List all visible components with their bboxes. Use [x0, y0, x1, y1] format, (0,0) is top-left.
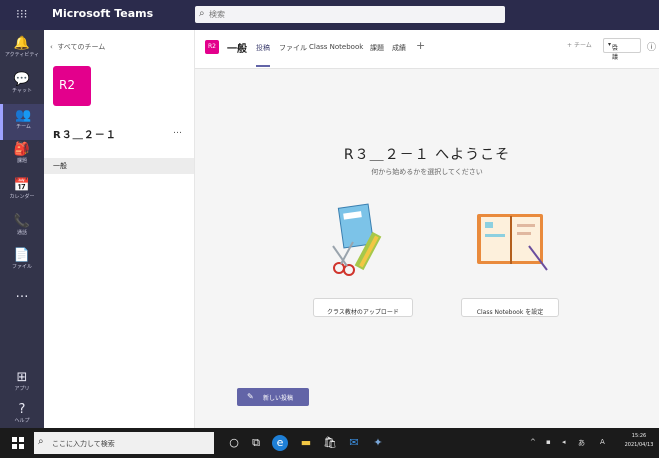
- tab-assignments[interactable]: 課題: [370, 43, 384, 53]
- app-title: Microsoft Teams: [52, 7, 154, 20]
- team-avatar: R2: [53, 66, 91, 106]
- rail-apps[interactable]: ⊞ アプリ: [0, 366, 44, 402]
- search-placeholder: 検索: [209, 10, 225, 19]
- upload-materials-label: クラス教材のアップロード: [327, 309, 399, 316]
- rail-help-label: ヘルプ: [14, 418, 30, 424]
- search-box[interactable]: ⌕ 検索: [195, 6, 505, 23]
- new-post-button[interactable]: ✎ 新しい投稿: [237, 388, 309, 406]
- welcome-title: R３＿２－１ へようこそ: [343, 147, 511, 163]
- rail-apps-label: アプリ: [14, 386, 30, 392]
- volume-icon[interactable]: ◂: [562, 438, 566, 446]
- task-view-icon[interactable]: ⧉: [248, 435, 264, 451]
- meet-button-label: 会議: [612, 45, 619, 61]
- file-explorer-icon[interactable]: ▬: [298, 435, 314, 451]
- chat-icon: 💬: [13, 72, 31, 87]
- new-post-label: 新しい投稿: [263, 395, 294, 402]
- title-bar: ⁝⁝⁝ Microsoft Teams ⌕ 検索: [0, 0, 659, 30]
- rail-activity-label: アクティビティ: [4, 52, 40, 58]
- phone-icon: 📞: [13, 214, 31, 229]
- team-avatar-text: R2: [59, 78, 75, 92]
- back-label: すべてのチーム: [57, 43, 106, 51]
- apps-icon: ⊞: [16, 370, 28, 385]
- calendar-icon: 📅: [13, 178, 31, 193]
- class-notebook-illustration: [477, 214, 548, 271]
- team-panel: ‹ すべてのチーム R2 R３＿２－１ … 一般: [44, 30, 195, 428]
- ime-mode-icon[interactable]: A: [600, 438, 605, 446]
- tab-class-notebook[interactable]: Class Notebook: [309, 43, 363, 51]
- add-tab-icon[interactable]: +: [416, 39, 425, 52]
- rail-more[interactable]: …: [0, 282, 44, 318]
- system-clock[interactable]: 15:26 2021/04/13: [622, 432, 656, 450]
- rail-calendar[interactable]: 📅 カレンダー: [0, 174, 44, 210]
- rail-files-label: ファイル: [11, 264, 32, 270]
- active-tab-indicator: [256, 65, 270, 67]
- teams-taskbar-icon[interactable]: ✦: [370, 435, 386, 451]
- edge-icon[interactable]: e: [272, 435, 288, 451]
- search-icon: ⌕: [199, 8, 205, 19]
- windows-taskbar: ⌕ ここに入力して検索 ○ ⧉ e ▬ 🛍 ✉ ✦ ^ ▪ ◂ あ A 15:2…: [0, 428, 659, 458]
- rail-calls[interactable]: 📞 通話: [0, 210, 44, 246]
- bell-icon: 🔔: [13, 36, 31, 51]
- team-name: R３＿２－１: [53, 130, 117, 141]
- channel-header: R2 一般 投稿 ファイル Class Notebook 課題 成績 + + チ…: [195, 30, 659, 69]
- channel-avatar: R2: [205, 40, 219, 54]
- channel-title: 一般: [227, 44, 247, 55]
- help-icon: ?: [18, 402, 26, 417]
- upload-materials-illustration: [332, 203, 382, 276]
- tab-posts[interactable]: 投稿: [256, 43, 270, 53]
- info-icon[interactable]: ⓘ: [647, 40, 656, 53]
- team-button-label: チーム: [573, 42, 592, 49]
- app-rail: 🔔 アクティビティ 💬 チャット 👥 チーム 🎒 課題 📅 カレンダー 📞 通話…: [0, 30, 44, 428]
- team-more-options-icon[interactable]: …: [173, 126, 182, 136]
- input-method-icon[interactable]: あ: [578, 438, 585, 448]
- tab-files[interactable]: ファイル: [279, 43, 307, 53]
- setup-class-notebook-button[interactable]: Class Notebook を設定: [461, 298, 559, 317]
- clock-date: 2021/04/13: [624, 442, 654, 448]
- rail-assignments[interactable]: 🎒 課題: [0, 138, 44, 174]
- teams-icon: 👥: [15, 108, 32, 123]
- cortana-icon[interactable]: ○: [226, 435, 242, 451]
- rail-chat-label: チャット: [12, 88, 32, 94]
- rail-teams-label: チーム: [16, 124, 31, 130]
- rail-activity[interactable]: 🔔 アクティビティ: [0, 32, 44, 68]
- app-launcher-icon[interactable]: ⁝⁝⁝: [16, 8, 28, 20]
- more-icon: …: [15, 286, 29, 301]
- rail-files[interactable]: 📄 ファイル: [0, 244, 44, 280]
- team-button[interactable]: + チーム: [567, 40, 592, 49]
- welcome-subtitle: 何から始めるかを選択してください: [371, 168, 483, 176]
- channel-label: 一般: [53, 162, 67, 170]
- mail-icon[interactable]: ✉: [346, 435, 362, 451]
- network-icon[interactable]: ▪: [546, 438, 551, 446]
- meet-button[interactable]: ◻ 会議 ▾: [603, 38, 641, 61]
- rail-assignments-label: 課題: [16, 158, 27, 164]
- taskbar-search-box[interactable]: ⌕ ここに入力して検索: [34, 432, 214, 454]
- main-pane: R2 一般 投稿 ファイル Class Notebook 課題 成績 + + チ…: [195, 30, 659, 428]
- file-icon: 📄: [13, 248, 31, 263]
- back-to-teams-link[interactable]: ‹ すべてのチーム: [50, 42, 105, 52]
- rail-calendar-label: カレンダー: [9, 194, 35, 200]
- upload-materials-button[interactable]: クラス教材のアップロード: [313, 298, 413, 317]
- channel-item-general[interactable]: 一般: [44, 158, 194, 174]
- rail-calls-label: 通話: [16, 230, 27, 236]
- tray-chevron-icon[interactable]: ^: [530, 438, 536, 446]
- clock-time: 15:26: [631, 433, 647, 439]
- rail-chat[interactable]: 💬 チャット: [0, 68, 44, 104]
- taskbar-search-icon: ⌕: [38, 436, 44, 447]
- store-icon[interactable]: 🛍: [322, 435, 338, 451]
- tab-grades[interactable]: 成績: [392, 43, 406, 53]
- rail-teams[interactable]: 👥 チーム: [0, 104, 44, 140]
- taskbar-search-placeholder: ここに入力して検索: [52, 440, 115, 448]
- setup-class-notebook-label: Class Notebook を設定: [476, 309, 544, 316]
- backpack-icon: 🎒: [13, 142, 31, 157]
- compose-icon: ✎: [247, 392, 254, 401]
- windows-start-icon[interactable]: [12, 437, 24, 449]
